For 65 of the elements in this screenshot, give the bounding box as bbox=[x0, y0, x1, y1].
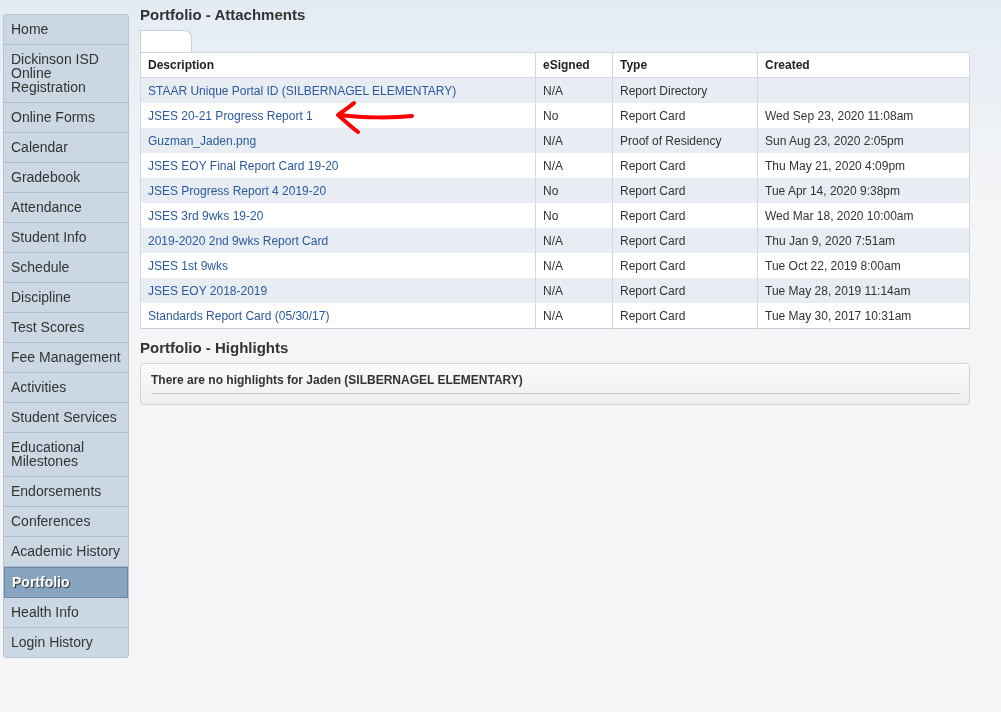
tab[interactable] bbox=[140, 30, 192, 52]
table-cell: Report Card bbox=[620, 158, 686, 173]
table-cell: N/A bbox=[543, 158, 563, 173]
table-cell: Wed Mar 18, 2020 10:00am bbox=[765, 208, 914, 223]
table-cell: Report Card bbox=[620, 233, 686, 248]
table-cell: Proof of Residency bbox=[620, 133, 722, 148]
table-cell: N/A bbox=[543, 133, 563, 148]
table-cell: Wed Sep 23, 2020 11:08am bbox=[765, 108, 914, 123]
table-cell: Tue Oct 22, 2019 8:00am bbox=[765, 258, 901, 273]
sidebar-item[interactable]: Gradebook bbox=[4, 163, 128, 193]
sidebar-item[interactable]: Student Services bbox=[4, 403, 128, 433]
table-cell: Report Card bbox=[620, 208, 686, 223]
table-cell: N/A bbox=[543, 283, 563, 298]
table-cell: Report Card bbox=[620, 108, 686, 123]
table-cell: Tue Apr 14, 2020 9:38pm bbox=[765, 183, 900, 198]
table-cell: N/A bbox=[543, 258, 563, 273]
sidebar-item[interactable]: Conferences bbox=[4, 507, 128, 537]
sidebar-item[interactable]: Discipline bbox=[4, 283, 128, 313]
attachment-link[interactable]: JSES Progress Report 4 2019-20 bbox=[148, 183, 327, 198]
sidebar-item[interactable]: Fee Management bbox=[4, 343, 128, 373]
sidebar-item[interactable]: Schedule bbox=[4, 253, 128, 283]
sidebar-item[interactable]: Test Scores bbox=[4, 313, 128, 343]
attachment-link[interactable]: JSES 1st 9wks bbox=[148, 258, 229, 273]
sidebar-item[interactable]: Home bbox=[4, 15, 128, 45]
table-cell: No bbox=[543, 183, 559, 198]
table-cell: Thu Jan 9, 2020 7:51am bbox=[765, 233, 896, 248]
attachment-link[interactable]: JSES 3rd 9wks 19-20 bbox=[148, 208, 264, 223]
table-cell: Report Card bbox=[620, 283, 686, 298]
sidebar-item[interactable]: Attendance bbox=[4, 193, 128, 223]
sidebar-item[interactable]: Calendar bbox=[4, 133, 128, 163]
table-cell: N/A bbox=[543, 308, 563, 323]
sidebar-item[interactable]: Online Forms bbox=[4, 103, 128, 133]
table-cell: Thu May 21, 2020 4:09pm bbox=[765, 158, 906, 173]
sidebar-item[interactable]: Health Info bbox=[4, 598, 128, 628]
table-cell: Sun Aug 23, 2020 2:05pm bbox=[765, 133, 904, 148]
table-cell: Report Card bbox=[620, 308, 686, 323]
sidebar-item[interactable]: Endorsements bbox=[4, 477, 128, 507]
column-header: Type bbox=[612, 52, 758, 78]
table-cell: Report Directory bbox=[620, 83, 708, 98]
attachment-link[interactable]: JSES EOY 2018-2019 bbox=[148, 283, 268, 298]
attachment-link[interactable]: Guzman_Jaden.png bbox=[148, 133, 257, 148]
column-header: Description bbox=[140, 52, 536, 78]
attachment-link[interactable]: STAAR Unique Portal ID (SILBERNAGEL ELEMENTARY) bbox=[148, 83, 457, 98]
table-cell: No bbox=[543, 108, 559, 123]
section-title: Portfolio - Attachments bbox=[140, 6, 307, 23]
attachment-link[interactable]: Standards Report Card (05/30/17) bbox=[148, 308, 330, 323]
section-title: Portfolio - Highlights bbox=[140, 339, 290, 356]
sidebar-item[interactable]: Activities bbox=[4, 373, 128, 403]
attachment-link[interactable]: 2019-2020 2nd 9wks Report Card bbox=[148, 233, 329, 248]
table-cell: Tue May 28, 2019 11:14am bbox=[765, 283, 911, 298]
table-cell: N/A bbox=[543, 83, 563, 98]
table-cell: N/A bbox=[543, 233, 563, 248]
table-cell: Report Card bbox=[620, 183, 686, 198]
table-cell: Tue May 30, 2017 10:31am bbox=[765, 308, 912, 323]
column-header: eSigned bbox=[535, 52, 613, 78]
attachment-link[interactable]: JSES 20-21 Progress Report 1 bbox=[148, 108, 313, 123]
table-cell: Report Card bbox=[620, 258, 686, 273]
table-cell: No bbox=[543, 208, 559, 223]
sidebar-item[interactable]: Student Info bbox=[4, 223, 128, 253]
attachment-link[interactable]: JSES EOY Final Report Card 19-20 bbox=[148, 158, 339, 173]
sidebar-item[interactable]: Login History bbox=[4, 628, 128, 657]
column-header: Created bbox=[757, 52, 970, 78]
sidebar-item[interactable]: Educational Milestones bbox=[4, 433, 128, 477]
empty-message: There are no highlights for Jaden (SILBERNAGEL ELEMENTARY) bbox=[151, 373, 959, 394]
sidebar-item[interactable]: Dickinson ISD Online Registration bbox=[4, 45, 128, 103]
